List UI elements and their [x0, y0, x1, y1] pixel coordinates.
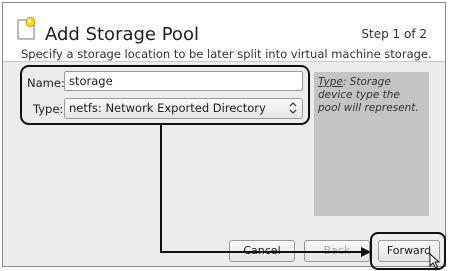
add-storage-pool-dialog: Add Storage Pool Step 1 of 2 Specify a s…	[2, 2, 446, 270]
callout-arrow	[160, 125, 371, 257]
mouse-cursor-icon	[429, 253, 441, 269]
